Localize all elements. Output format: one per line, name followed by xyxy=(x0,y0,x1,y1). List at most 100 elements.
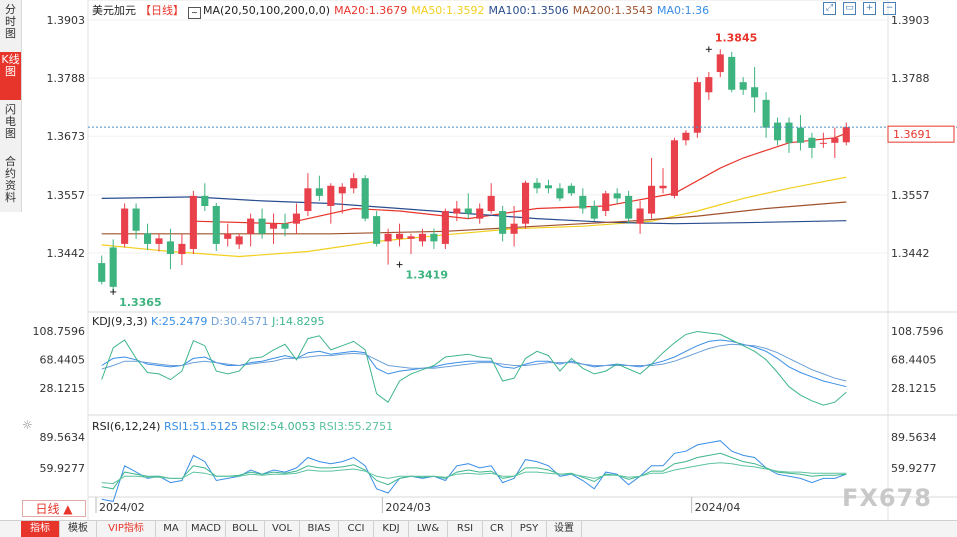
candle-body xyxy=(132,208,140,231)
candle-body xyxy=(189,195,197,249)
candlestick-chart: 1.39031.39031.37881.37881.36731.36731.35… xyxy=(33,0,957,520)
candle-body xyxy=(201,195,209,206)
rsi-header: RSI(6,12,24) RSI1:51.5125 RSI2:54.0053 R… xyxy=(92,420,393,433)
candle-body xyxy=(224,233,232,239)
candle-body xyxy=(281,223,289,229)
candle-body xyxy=(842,127,850,143)
price-panel-frame xyxy=(87,0,889,313)
tab-lw[interactable]: LW& xyxy=(409,521,448,537)
candle-body xyxy=(590,205,598,219)
kdj-tick-label-left: 28.1215 xyxy=(40,382,86,395)
candle-body xyxy=(430,233,438,242)
candle-body xyxy=(625,195,633,219)
symbol-name: 美元加元 xyxy=(92,4,136,17)
candle-body xyxy=(831,137,839,143)
tab-bias[interactable]: BIAS xyxy=(300,521,339,537)
restore-icon[interactable]: ▭ xyxy=(843,2,856,15)
candle-body xyxy=(785,122,793,143)
candle-body xyxy=(315,188,323,196)
price-tick-label-right: 1.3442 xyxy=(891,247,930,260)
tab-ma[interactable]: MA xyxy=(156,521,187,537)
candle-body xyxy=(808,137,816,148)
candle-body xyxy=(556,188,564,199)
candle-body xyxy=(602,193,610,212)
fullscreen-icon[interactable]: ⤢ xyxy=(823,2,836,15)
candle-body xyxy=(670,140,679,196)
rsi-tick-label-left: 59.9277 xyxy=(40,462,86,475)
ma20-value: MA20:1.3679 xyxy=(334,4,408,17)
candle-body xyxy=(235,236,243,245)
ma100-value: MA100:1.3506 xyxy=(488,4,569,17)
kdj-k-value: K:25.2479 xyxy=(151,315,208,328)
price-tick-label-left: 1.3442 xyxy=(47,247,86,260)
candle-body xyxy=(178,243,186,255)
candle-body xyxy=(579,195,587,209)
candle-body xyxy=(751,87,759,98)
settings-gear-icon[interactable]: ☼ xyxy=(22,418,33,432)
candle-body xyxy=(258,218,266,234)
extreme-label: 1.3365 xyxy=(119,296,161,309)
candle-body xyxy=(659,185,667,189)
candle-body xyxy=(773,122,782,141)
price-tick-label-left: 1.3557 xyxy=(47,189,86,202)
candle-body xyxy=(682,132,690,141)
candle-body xyxy=(819,142,827,144)
period-select-button[interactable]: 日线 ▲ xyxy=(22,500,86,517)
extreme-label: 1.3845 xyxy=(715,31,757,44)
tab-indicators[interactable]: 指标 xyxy=(21,521,60,537)
price-tick-label-right: 1.3557 xyxy=(891,189,930,202)
zoom-out-icon[interactable]: − xyxy=(883,2,896,15)
tab-psy[interactable]: PSY xyxy=(512,521,547,537)
tab-macd[interactable]: MACD xyxy=(187,521,226,537)
candle-body xyxy=(373,216,381,244)
candle-body xyxy=(533,182,541,189)
candle-body xyxy=(109,247,117,287)
price-tick-label-right: 1.3903 xyxy=(891,14,930,27)
candle-body xyxy=(121,208,129,244)
candle-body xyxy=(441,211,449,244)
tab-templates[interactable]: 模板 xyxy=(60,521,97,537)
candle-body xyxy=(613,193,621,199)
extreme-label: 1.3419 xyxy=(406,269,448,282)
kdj-label: KDJ(9,3,3) xyxy=(92,315,148,328)
candle-body xyxy=(796,127,805,143)
current-price-label: 1.3691 xyxy=(893,128,932,141)
tab-vip-indicators[interactable]: VIP指标 xyxy=(97,521,156,537)
tab-vol[interactable]: VOL xyxy=(265,521,300,537)
x-axis-label: 2024/04 xyxy=(695,501,741,514)
tab-boll[interactable]: BOLL xyxy=(226,521,265,537)
kdj-tick-label-left: 68.4405 xyxy=(40,354,86,367)
rsi-tick-label-right: 59.9277 xyxy=(891,462,937,475)
candle-body xyxy=(143,233,152,244)
zoom-in-icon[interactable]: + xyxy=(863,2,876,15)
rsi2-value: RSI2:54.0053 xyxy=(241,420,316,433)
tab-settings[interactable]: 设置 xyxy=(547,521,582,537)
candle-body xyxy=(476,208,484,219)
candle-body xyxy=(304,188,312,212)
price-tick-label-left: 1.3903 xyxy=(47,14,86,27)
tab-cr[interactable]: CR xyxy=(483,521,512,537)
candle-body xyxy=(269,223,278,229)
candle-body xyxy=(338,186,346,194)
x-axis-label: 2024/02 xyxy=(99,501,145,514)
kdj-tick-label-left: 108.7596 xyxy=(33,325,86,338)
tab-kdj[interactable]: KDJ xyxy=(374,521,409,537)
kdj-tick-label-right: 108.7596 xyxy=(891,325,944,338)
ma200-value: MA200:1.3543 xyxy=(572,4,653,17)
tab-cci[interactable]: CCI xyxy=(339,521,374,537)
rsi1-value: RSI1:51.5125 xyxy=(163,420,239,433)
candle-body xyxy=(464,208,472,214)
candle-body xyxy=(395,233,404,239)
ma-indicator-icon[interactable]: ~ xyxy=(188,7,201,19)
kdj-header: KDJ(9,3,3) K:25.2479 D:30.4571 J:14.8295 xyxy=(92,315,325,328)
candle-body xyxy=(384,233,392,242)
rsi-line-rsi2 xyxy=(101,452,847,490)
tab-rsi[interactable]: RSI xyxy=(448,521,483,537)
period-label: 【日线】 xyxy=(140,4,184,17)
ma0-value: MA0:1.36 xyxy=(656,4,710,17)
candle-body xyxy=(327,185,335,206)
rsi-label: RSI(6,12,24) xyxy=(92,420,161,433)
candle-body xyxy=(647,185,656,214)
candle-body xyxy=(762,99,770,128)
rsi3-value: RSI3:55.2751 xyxy=(319,420,394,433)
